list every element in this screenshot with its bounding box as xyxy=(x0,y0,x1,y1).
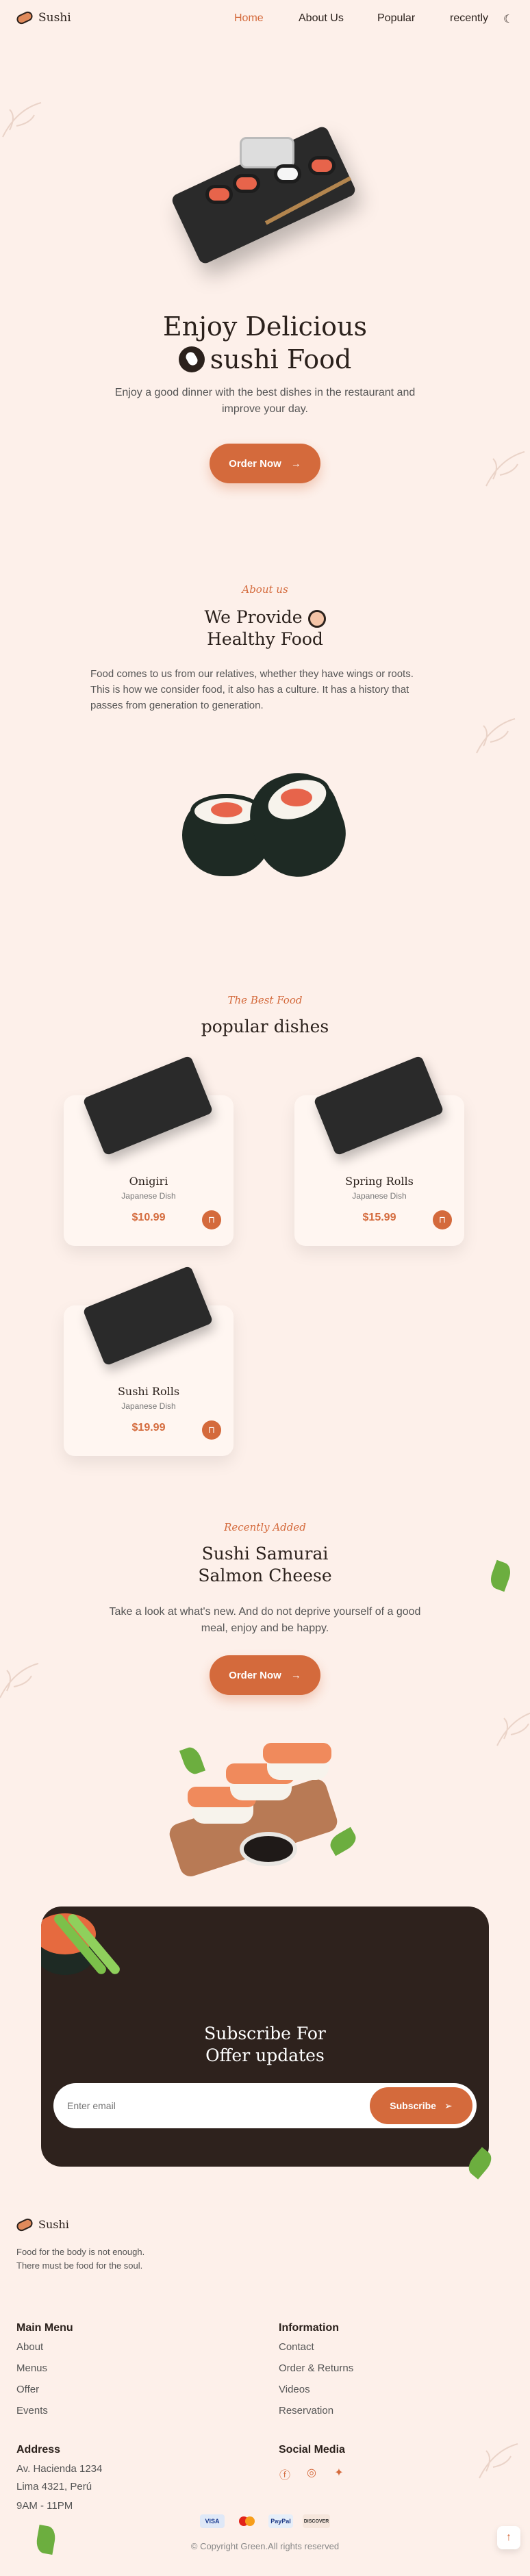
sushi-rolls-plate-image xyxy=(82,1265,214,1366)
subscribe-title-line1: Subscribe For xyxy=(204,2024,326,2043)
nav-home[interactable]: Home xyxy=(234,12,264,25)
twitter-icon[interactable]: ✦ xyxy=(331,2466,346,2481)
hero-description: Enjoy a good dinner with the best dishes… xyxy=(114,387,416,415)
footer-brand-logo[interactable]: Sushi xyxy=(15,2217,69,2232)
footer-link-events[interactable]: Events xyxy=(16,2405,48,2416)
subscribe-section: Subscribe For Offer updates Subscribe➢ xyxy=(41,1907,489,2167)
moon-icon[interactable]: ☾ xyxy=(503,12,513,26)
dish-name: Sushi Rolls xyxy=(117,1385,180,1398)
about-title-line2: Healthy Food xyxy=(207,629,323,649)
about-subtitle: About us xyxy=(242,583,288,596)
sushi-logo-icon xyxy=(15,10,34,26)
nav-about-us[interactable]: About Us xyxy=(299,12,344,25)
nav-recently[interactable]: recently xyxy=(450,12,488,25)
recently-text: Take a look at what's new. And do not de… xyxy=(109,1606,421,1634)
leaf-decoration-icon xyxy=(485,451,525,487)
footer-address-title: Address xyxy=(16,2444,61,2456)
footer-hours: 9AM - 11PM xyxy=(16,2500,73,2512)
footer-link-order-returns[interactable]: Order & Returns xyxy=(279,2362,353,2374)
about-text: Food comes to us from our relatives, whe… xyxy=(90,668,414,711)
dish-kind: Japanese Dish xyxy=(121,1401,176,1411)
shopping-bag-icon[interactable]: ⊓ xyxy=(433,1210,452,1229)
footer-address-line: Lima 4321, Perú xyxy=(16,2481,92,2492)
leaf-decoration-icon xyxy=(496,1712,530,1746)
footer-link-menus[interactable]: Menus xyxy=(16,2362,47,2374)
instagram-icon[interactable]: ◎ xyxy=(304,2466,319,2481)
subscribe-form: Subscribe➢ xyxy=(53,2083,477,2128)
order-now-button[interactable]: Order Now → xyxy=(210,1655,320,1695)
footer-brand-name: Sushi xyxy=(38,2218,69,2231)
dish-name: Onigiri xyxy=(129,1175,168,1188)
footer-link-offer[interactable]: Offer xyxy=(16,2384,39,2395)
spring-rolls-image xyxy=(313,1055,444,1156)
discover-icon: DISCOVER xyxy=(303,2514,330,2528)
recently-title-line2: Salmon Cheese xyxy=(198,1566,332,1585)
hero-title-line1: Enjoy Delicious xyxy=(163,311,367,342)
salmon-nigiri-image xyxy=(41,1907,123,1982)
footer-address-line: Av. Hacienda 1234 xyxy=(16,2463,103,2475)
header: Sushi Home About Us Popular recently ☾ xyxy=(0,0,530,38)
arrow-right-icon: → xyxy=(290,457,301,470)
footer-description: Food for the body is not enough. There m… xyxy=(16,2247,145,2271)
leaf-decoration-icon xyxy=(479,2443,518,2479)
footer-link-videos[interactable]: Videos xyxy=(279,2384,310,2395)
scroll-up-icon[interactable]: ↑ xyxy=(497,2526,520,2549)
paypal-icon: PayPal xyxy=(268,2514,293,2528)
shopping-bag-icon[interactable]: ⊓ xyxy=(202,1420,221,1440)
sushi-bowl-icon xyxy=(307,609,326,628)
copyright: © Copyright Green.All rights reserved xyxy=(190,2541,340,2551)
dish-kind: Japanese Dish xyxy=(121,1191,176,1201)
hero-title-line2: sushi Food xyxy=(0,342,530,377)
subscribe-title-line2: Offer updates xyxy=(205,2045,325,2065)
sushi-rolls-image xyxy=(178,761,370,890)
dish-card[interactable]: Sushi Rolls Japanese Dish $19.99 ⊓ xyxy=(64,1265,234,1456)
dish-card[interactable]: Spring Rolls Japanese Dish $15.99 ⊓ xyxy=(294,1055,464,1246)
about-title-line1: We Provide xyxy=(0,607,530,628)
nav-popular[interactable]: Popular xyxy=(377,12,415,25)
popular-title: popular dishes xyxy=(201,1017,329,1036)
shopping-bag-icon[interactable]: ⊓ xyxy=(202,1210,221,1229)
dish-kind: Japanese Dish xyxy=(352,1191,407,1201)
brand-name: Sushi xyxy=(38,11,71,25)
leaf-decoration-icon xyxy=(0,1663,39,1698)
subscribe-button[interactable]: Subscribe ➢ xyxy=(370,2087,472,2124)
visa-icon: VISA xyxy=(200,2514,225,2528)
onigiri-image xyxy=(82,1055,214,1156)
sushi-icon xyxy=(178,346,205,372)
footer-main-menu-title: Main Menu xyxy=(16,2322,73,2334)
footer-information-title: Information xyxy=(279,2322,339,2334)
order-now-button[interactable]: Order Now → xyxy=(210,444,320,483)
footer-link-about[interactable]: About xyxy=(16,2341,43,2353)
footer-link-reservation[interactable]: Reservation xyxy=(279,2405,333,2416)
dish-name: Spring Rolls xyxy=(345,1175,414,1188)
facebook-icon[interactable]: ⓕ xyxy=(277,2466,292,2482)
brand-logo[interactable]: Sushi xyxy=(15,10,71,26)
recently-subtitle: Recently Added xyxy=(224,1521,306,1533)
mastercard-icon xyxy=(234,2514,259,2528)
recently-title-line1: Sushi Samurai xyxy=(201,1544,329,1564)
footer-social-title: Social Media xyxy=(279,2444,345,2456)
leaf-decoration-icon xyxy=(2,102,42,138)
arrow-right-icon: → xyxy=(290,1669,301,1681)
popular-subtitle: The Best Food xyxy=(227,994,303,1006)
hero-sushi-plate-image xyxy=(164,125,363,266)
footer-link-contact[interactable]: Contact xyxy=(279,2341,314,2353)
email-input[interactable] xyxy=(67,2095,327,2116)
sushi-logo-icon xyxy=(15,2217,34,2232)
send-icon: ➢ xyxy=(444,2100,453,2111)
leaf-decoration-icon xyxy=(476,718,516,754)
dish-card[interactable]: Onigiri Japanese Dish $10.99 ⊓ xyxy=(64,1055,234,1246)
